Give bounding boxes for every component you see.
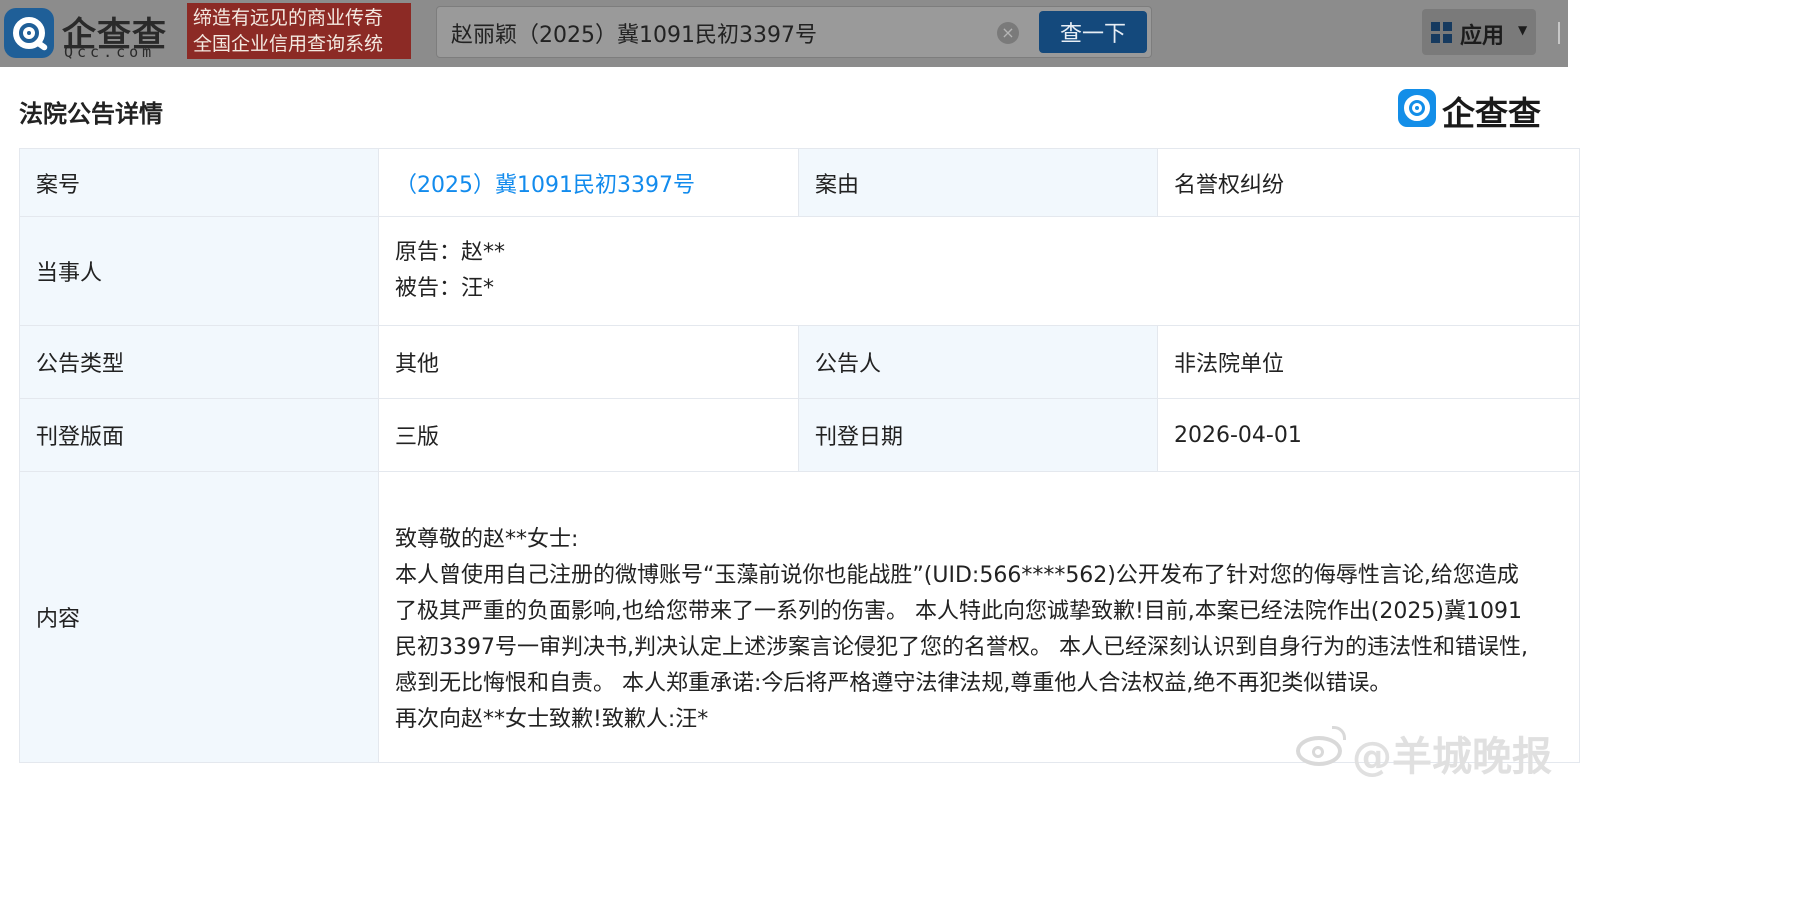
slogan-line-2: 全国企业信用查询系统 <box>193 33 384 55</box>
page-label: 刊登版面 <box>19 398 379 472</box>
case-no-cell: （2025）冀1091民初3397号 <box>378 148 799 217</box>
announcer-value: 非法院单位 <box>1157 325 1580 399</box>
date-label: 刊登日期 <box>798 398 1158 472</box>
parties-cell: 原告：赵** 被告：汪* <box>378 216 1580 326</box>
content-line: 本人曾使用自己注册的微博账号“玉藻前说你也能战胜”(UID:566****562… <box>395 563 1519 588</box>
qcc-logo[interactable]: 企查查 Qcc.com <box>0 6 182 61</box>
page-title: 法院公告详情 <box>19 100 163 128</box>
weibo-watermark: @羊城晚报 <box>1292 722 1562 780</box>
brand-text: 企查查 <box>1442 94 1541 133</box>
weibo-icon <box>1292 726 1350 770</box>
watermark-text: @羊城晚报 <box>1352 734 1552 780</box>
slogan-line-1: 缔造有远见的商业传奇 <box>193 7 384 29</box>
chevron-down-icon: ▼ <box>1518 23 1528 37</box>
defendant: 被告：汪* <box>395 276 495 301</box>
search-input[interactable] <box>451 7 991 59</box>
content-line: 感到无比悔恨和自责。 本人郑重承诺:今后将严格遵守法律法规,尊重他人合法权益,绝… <box>395 671 1392 696</box>
content-line: 致尊敬的赵**女士: <box>395 527 579 552</box>
table-row: 公告类型 其他 公告人 非法院单位 <box>19 325 1580 399</box>
search-button[interactable]: 查一下 <box>1039 11 1147 53</box>
notice-type-label: 公告类型 <box>19 325 379 399</box>
slogan-banner: 缔造有远见的商业传奇 全国企业信用查询系统 <box>187 3 411 59</box>
apps-grid-icon <box>1431 22 1453 44</box>
table-row: 当事人 原告：赵** 被告：汪* <box>19 216 1580 326</box>
cause-value: 名誉权纠纷 <box>1157 148 1580 217</box>
content-label: 内容 <box>19 471 379 763</box>
notice-type-value: 其他 <box>378 325 799 399</box>
table-row: 刊登版面 三版 刊登日期 2026-04-01 <box>19 398 1580 472</box>
content-line: 了极其严重的负面影响,也给您带来了一系列的伤害。 本人特此向您诚挚致歉!目前,本… <box>395 599 1522 624</box>
notice-detail-table: 案号 （2025）冀1091民初3397号 案由 名誉权纠纷 当事人 原告：赵*… <box>19 148 1580 763</box>
parties-label: 当事人 <box>19 216 379 326</box>
qcc-brand-icon <box>1398 89 1436 127</box>
logo-text-en: Qcc.com <box>64 43 156 61</box>
cause-label: 案由 <box>798 148 1158 217</box>
search-bar: × 查一下 <box>436 6 1152 59</box>
page-value: 三版 <box>378 398 799 472</box>
plaintiff: 原告：赵** <box>395 240 506 265</box>
qcc-logo-icon <box>4 8 54 58</box>
table-row: 内容 致尊敬的赵**女士: 本人曾使用自己注册的微博账号“玉藻前说你也能战胜”(… <box>19 471 1580 763</box>
table-row: 案号 （2025）冀1091民初3397号 案由 名誉权纠纷 <box>19 148 1580 217</box>
apps-menu-label: 应用 <box>1460 24 1505 49</box>
clear-icon[interactable]: × <box>997 22 1019 44</box>
top-header: 企查查 Qcc.com 缔造有远见的商业传奇 全国企业信用查询系统 × 查一下 … <box>0 0 1568 67</box>
case-no-label: 案号 <box>19 148 379 217</box>
content-line: 民初3397号一审判决书,判决认定上述涉案言论侵犯了您的名誉权。 本人已经深刻认… <box>395 635 1528 660</box>
brand-logo: 企查查 <box>1398 87 1558 133</box>
case-no-link[interactable]: （2025）冀1091民初3397号 <box>395 173 695 198</box>
apps-menu-button[interactable]: 应用 ▼ <box>1422 9 1536 55</box>
header-divider <box>1558 22 1560 44</box>
announcer-label: 公告人 <box>798 325 1158 399</box>
content-cell: 致尊敬的赵**女士: 本人曾使用自己注册的微博账号“玉藻前说你也能战胜”(UID… <box>378 471 1580 763</box>
date-value: 2026-04-01 <box>1157 398 1580 472</box>
